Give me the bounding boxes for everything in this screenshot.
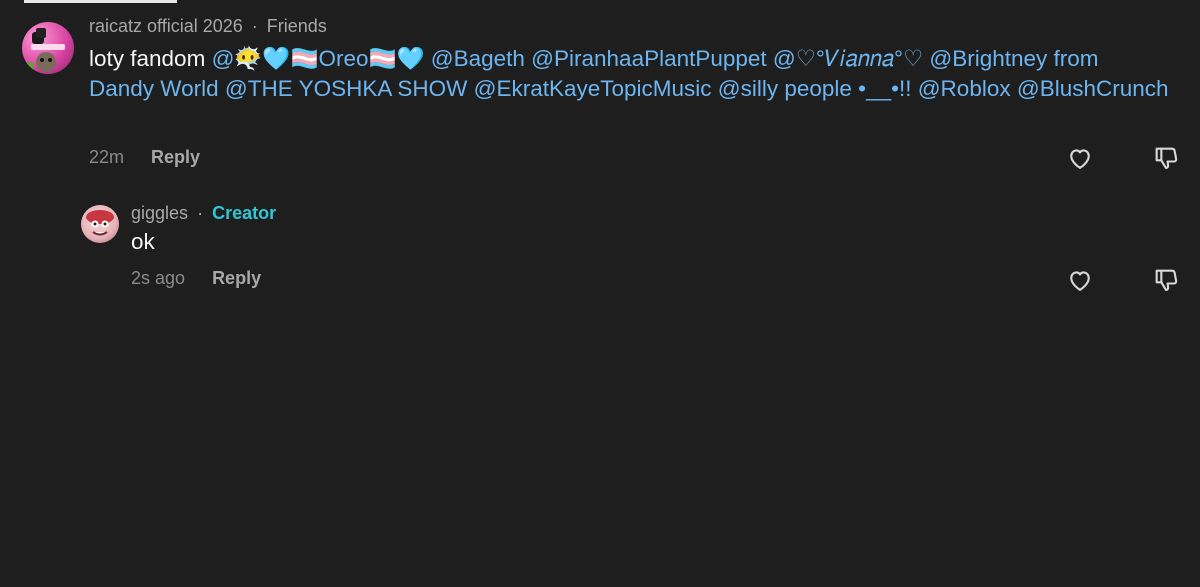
comment-actions: 22m Reply	[89, 147, 200, 168]
meta-separator: ·	[251, 16, 258, 36]
reply-button[interactable]: Reply	[151, 147, 200, 167]
comment-timestamp: 22m	[89, 147, 125, 167]
avatar-image-icon	[26, 28, 65, 72]
comment-item: raicatz official 2026 · Friends loty fan…	[0, 14, 1200, 179]
heart-outline-icon[interactable]	[1066, 144, 1094, 172]
creator-badge: Creator	[212, 203, 277, 223]
comment-timestamp: 2s ago	[131, 268, 186, 288]
comment-mentions[interactable]: @😶‍🌫️🩵🏳️‍⚧️Oreo🏳️‍⚧️🩵 @Bageth @PiranhaaP…	[89, 46, 1169, 101]
avatar[interactable]	[22, 22, 74, 74]
thumbs-down-outline-icon[interactable]	[1152, 266, 1180, 294]
heart-outline-icon[interactable]	[1066, 266, 1094, 294]
reply-button[interactable]: Reply	[212, 268, 261, 288]
comment-actions: 2s ago Reply	[131, 268, 261, 289]
comment-text: ok	[131, 229, 155, 254]
meta-separator: ·	[197, 203, 204, 223]
comments-panel: raicatz official 2026 · Friends loty fan…	[0, 0, 1200, 587]
comment-text: loty fandom @😶‍🌫️🩵🏳️‍⚧️Oreo🏳️‍⚧️🩵 @Baget…	[89, 44, 1169, 104]
comment-meta: raicatz official 2026 · Friends	[89, 16, 327, 37]
avatar-image-icon	[86, 210, 114, 236]
comment-text-prefix: loty fandom	[89, 46, 212, 71]
reply-comment-item: giggles · Creator ok 2s ago Reply	[0, 198, 1200, 308]
comment-author[interactable]: raicatz official 2026	[89, 16, 243, 36]
active-tab-indicator	[24, 0, 177, 3]
relation-label: Friends	[266, 16, 327, 36]
avatar[interactable]	[81, 205, 119, 243]
thumbs-down-outline-icon[interactable]	[1152, 144, 1180, 172]
comment-author[interactable]: giggles	[131, 203, 188, 223]
comment-meta: giggles · Creator	[131, 203, 276, 224]
